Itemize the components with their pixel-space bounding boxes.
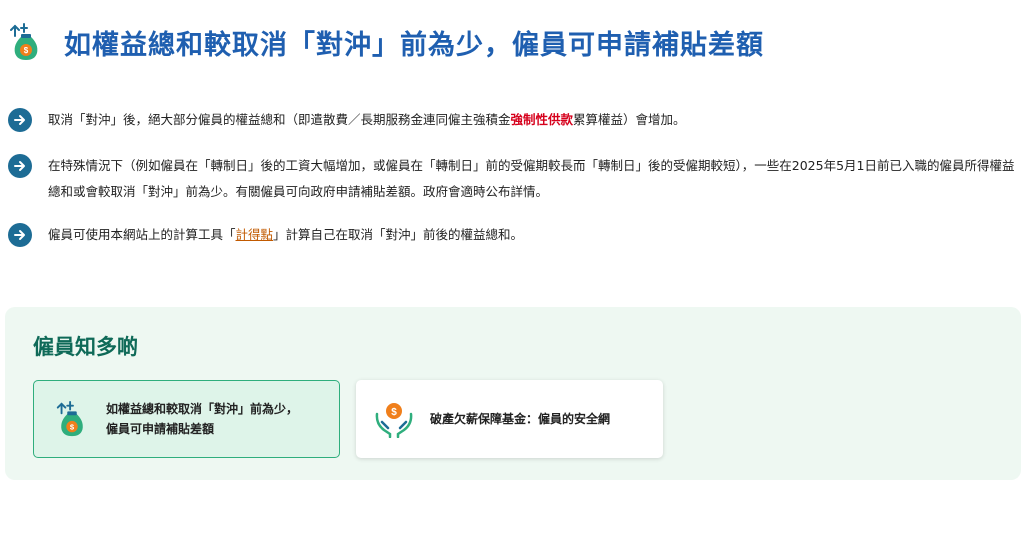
arrow-right-icon [8, 154, 32, 178]
list-item: 僱員可使用本網站上的計算工具「計得點」計算自己在取消「對沖」前後的權益總和。 [8, 223, 1018, 248]
svg-text:$: $ [391, 407, 397, 418]
svg-text:$: $ [24, 46, 29, 55]
arrow-right-icon [8, 223, 32, 247]
list-item: 在特殊情況下（例如僱員在「轉制日」後的工資大幅增加，或僱員在「轉制日」前的受僱期… [8, 154, 1018, 205]
bullet-text-part: 取消「對沖」後，絕大部分僱員的權益總和（即遣散費／長期服務金連同僱主強積金 [48, 112, 511, 127]
bullet-text: 在特殊情況下（例如僱員在「轉制日」後的工資大幅增加，或僱員在「轉制日」前的受僱期… [48, 158, 1015, 199]
page-header: $ 如權益總和較取消「對沖」前為少，僱員可申請補貼差額 [10, 22, 764, 62]
page-title: 如權益總和較取消「對沖」前為少，僱員可申請補貼差額 [64, 29, 764, 61]
money-bag-icon: $ [56, 400, 83, 437]
bullet-text-part: 累算權益）會增加。 [573, 112, 686, 127]
highlight-text: 強制性供款 [510, 112, 574, 127]
card-label: 破產欠薪保障基金：僱員的安全網 [430, 412, 611, 426]
calculator-link[interactable]: 計得點 [236, 227, 274, 242]
panel-title: 僱員知多啲 [33, 335, 138, 359]
arrow-right-icon [8, 108, 32, 132]
card-label: 如權益總和較取消「對沖」前為少，僱員可申請補貼差額 [106, 402, 299, 436]
bullet-text-part: 」計算自己在取消「對沖」前後的權益總和。 [273, 227, 524, 242]
bullet-text-part: 僱員可使用本網站上的計算工具「 [48, 227, 236, 242]
money-bag-icon: $ [10, 23, 38, 60]
topic-card-subsidy[interactable]: $ 如權益總和較取消「對沖」前為少，僱員可申請補貼差額 [33, 380, 340, 458]
related-topics-panel: 僱員知多啲 $ 如權益總和較取消「對沖」前為少，僱員可申請補貼差額 $ 破產欠薪… [5, 307, 1021, 480]
bullet-text: 僱員可使用本網站上的計算工具「計得點」計算自己在取消「對沖」前後的權益總和。 [48, 222, 1018, 248]
hands-coin-icon: $ [375, 403, 413, 438]
list-item: 取消「對沖」後，絕大部分僱員的權益總和（即遣散費／長期服務金連同僱主強積金強制性… [8, 108, 1018, 133]
topic-card-protection-fund[interactable]: $ 破產欠薪保障基金：僱員的安全網 [356, 380, 663, 458]
bullet-text: 取消「對沖」後，絕大部分僱員的權益總和（即遣散費／長期服務金連同僱主強積金強制性… [48, 107, 1018, 133]
